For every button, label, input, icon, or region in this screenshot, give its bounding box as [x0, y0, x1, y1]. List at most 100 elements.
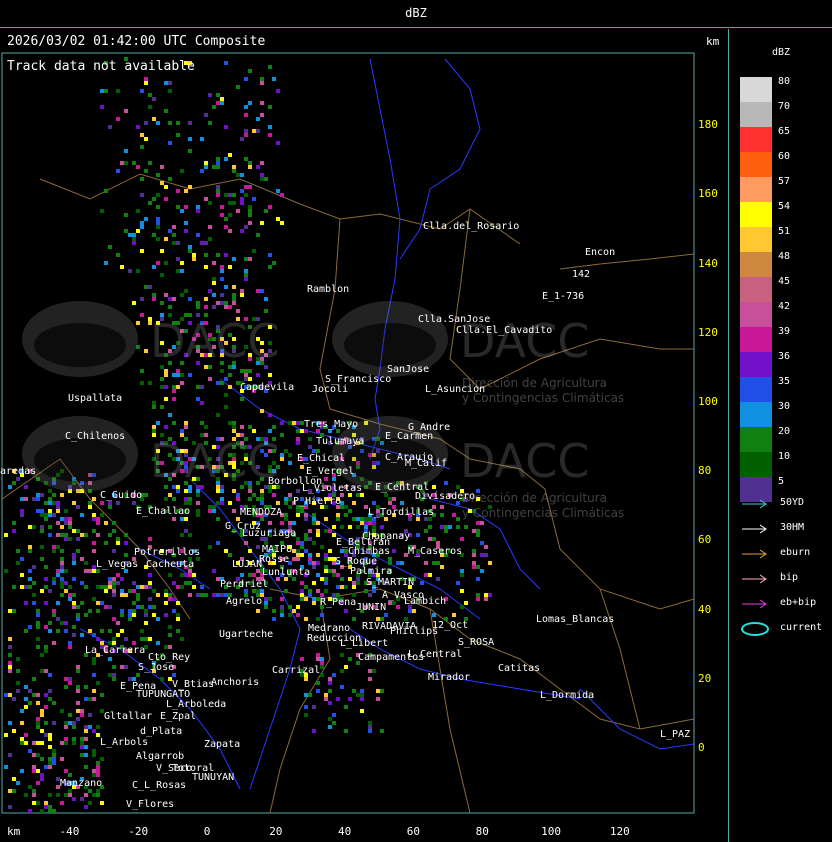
- echo-pixel: [72, 553, 76, 557]
- echo-pixel: [136, 593, 140, 597]
- echo-pixel: [100, 105, 104, 109]
- echo-pixel: [48, 629, 52, 633]
- echo-pixel: [216, 185, 220, 189]
- echo-pixel: [12, 697, 16, 701]
- echo-pixel: [184, 421, 188, 425]
- echo-pixel: [216, 93, 220, 97]
- echo-pixel: [196, 233, 200, 237]
- echo-pixel: [168, 121, 172, 125]
- echo-pixel: [476, 565, 480, 569]
- echo-pixel: [204, 161, 208, 165]
- echo-pixel: [380, 525, 384, 529]
- echo-pixel: [180, 293, 184, 297]
- echo-pixel: [60, 757, 64, 761]
- echo-pixel: [68, 677, 72, 681]
- place-label: 12_Oct: [432, 620, 469, 631]
- dacc-watermark: [20, 299, 140, 383]
- echo-pixel: [292, 421, 296, 425]
- echo-pixel: [244, 185, 248, 189]
- echo-pixel: [276, 89, 280, 93]
- echo-pixel: [160, 405, 164, 409]
- place-label: Gltallar: [104, 711, 153, 722]
- echo-pixel: [188, 249, 192, 253]
- echo-pixel: [136, 673, 140, 677]
- echo-pixel: [32, 601, 36, 605]
- echo-pixel: [296, 489, 300, 493]
- echo-pixel: [72, 633, 76, 637]
- echo-pixel: [156, 121, 160, 125]
- legend-value: 5: [778, 476, 785, 487]
- echo-pixel: [176, 269, 180, 273]
- echo-pixel: [180, 573, 184, 577]
- track-legend-label: 50YD: [780, 497, 805, 508]
- echo-pixel: [164, 109, 168, 113]
- echo-pixel: [156, 593, 160, 597]
- echo-pixel: [220, 97, 224, 101]
- echo-pixel: [168, 229, 172, 233]
- echo-pixel: [52, 513, 56, 517]
- echo-pixel: [188, 489, 192, 493]
- echo-pixel: [32, 793, 36, 797]
- echo-pixel: [228, 421, 232, 425]
- echo-pixel: [148, 105, 152, 109]
- echo-pixel: [132, 581, 136, 585]
- echo-pixel: [432, 561, 436, 565]
- echo-pixel: [76, 529, 80, 533]
- echo-pixel: [92, 729, 96, 733]
- watermark-subtitle: Dirección de Agricultura: [462, 491, 607, 505]
- echo-pixel: [316, 657, 320, 661]
- echo-pixel: [224, 301, 228, 305]
- echo-pixel: [228, 201, 232, 205]
- echo-pixel: [188, 501, 192, 505]
- echo-pixel: [48, 689, 52, 693]
- place-label: S_Jose: [138, 662, 175, 673]
- echo-pixel: [24, 741, 28, 745]
- echo-pixel: [96, 609, 100, 613]
- echo-pixel: [140, 605, 144, 609]
- echo-pixel: [312, 705, 316, 709]
- echo-pixel: [48, 509, 52, 513]
- echo-pixel: [188, 137, 192, 141]
- echo-pixel: [168, 573, 172, 577]
- echo-pixel: [40, 773, 44, 777]
- echo-pixel: [192, 253, 196, 257]
- echo-pixel: [244, 541, 248, 545]
- echo-pixel: [228, 229, 232, 233]
- place-label: E_Challao: [136, 506, 191, 517]
- echo-pixel: [272, 617, 276, 621]
- echo-pixel: [108, 577, 112, 581]
- place-label: Luzuriaga: [242, 528, 297, 539]
- echo-pixel: [84, 737, 88, 741]
- echo-pixel: [248, 573, 252, 577]
- echo-pixel: [60, 621, 64, 625]
- echo-pixel: [260, 289, 264, 293]
- echo-pixel: [152, 605, 156, 609]
- echo-pixel: [332, 713, 336, 717]
- echo-pixel: [292, 557, 296, 561]
- echo-pixel: [64, 569, 68, 573]
- echo-pixel: [316, 561, 320, 565]
- echo-pixel: [308, 693, 312, 697]
- place-label: L_PAZ: [660, 729, 691, 740]
- echo-pixel: [76, 709, 80, 713]
- echo-pixel: [324, 477, 328, 481]
- map-panel[interactable]: DACC DACC DACC DACC Dirección de Agricul…: [0, 29, 729, 842]
- echo-pixel: [300, 657, 304, 661]
- echo-pixel: [8, 653, 12, 657]
- echo-pixel: [36, 645, 40, 649]
- echo-pixel: [356, 577, 360, 581]
- echo-pixel: [132, 501, 136, 505]
- echo-pixel: [196, 209, 200, 213]
- legend-swatch: [740, 302, 772, 327]
- echo-pixel: [184, 425, 188, 429]
- echo-pixel: [412, 609, 416, 613]
- echo-pixel: [428, 525, 432, 529]
- echo-pixel: [16, 669, 20, 673]
- echo-pixel: [328, 717, 332, 721]
- echo-pixel: [188, 373, 192, 377]
- echo-pixel: [64, 629, 68, 633]
- echo-pixel: [116, 581, 120, 585]
- echo-pixel: [348, 509, 352, 513]
- echo-pixel: [132, 589, 136, 593]
- echo-pixel: [124, 541, 128, 545]
